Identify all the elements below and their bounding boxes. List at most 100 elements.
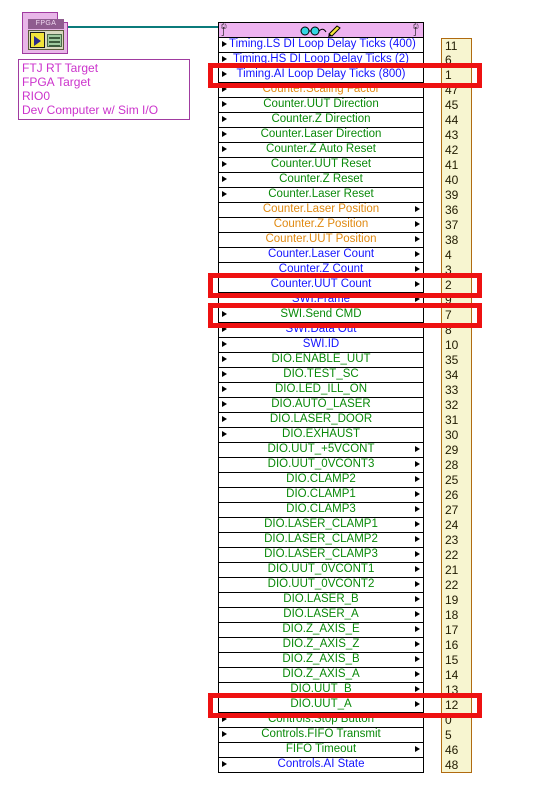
io-row[interactable]: DIO.LASER_DOOR 31: [218, 413, 472, 428]
io-row-name-cell[interactable]: FIFO Timeout: [218, 743, 424, 758]
io-row-name-cell[interactable]: DIO.LASER_CLAMP1: [218, 518, 424, 533]
io-row-name-cell[interactable]: DIO.CLAMP1: [218, 488, 424, 503]
io-row-name-cell[interactable]: Counter.UUT Direction: [218, 98, 424, 113]
io-row[interactable]: Timing.LS DI Loop Delay Ticks (400) 11: [218, 38, 472, 53]
io-row[interactable]: DIO.LED_ILL_ON 33: [218, 383, 472, 398]
io-row-name-cell[interactable]: DIO.AUTO_LASER: [218, 398, 424, 413]
io-row-name-cell[interactable]: Controls.AI State: [218, 758, 424, 773]
io-row[interactable]: Counter.Laser Count 4: [218, 248, 472, 263]
io-row[interactable]: Controls.AI State 48: [218, 758, 472, 773]
io-row[interactable]: Counter.UUT Count 2: [218, 278, 472, 293]
io-row[interactable]: Timing.AI Loop Delay Ticks (800) 1: [218, 68, 472, 83]
io-row[interactable]: Counter.Z Reset 40: [218, 173, 472, 188]
io-row[interactable]: DIO.Z_AXIS_E 17: [218, 623, 472, 638]
io-row[interactable]: DIO.ENABLE_UUT 35: [218, 353, 472, 368]
io-row-name-cell[interactable]: Counter.UUT Reset: [218, 158, 424, 173]
io-row-name-cell[interactable]: DIO.Z_AXIS_E: [218, 623, 424, 638]
io-row[interactable]: DIO.CLAMP2 25: [218, 473, 472, 488]
io-row-name-cell[interactable]: DIO.LASER_CLAMP3: [218, 548, 424, 563]
io-row[interactable]: Counter.Z Count 3: [218, 263, 472, 278]
io-row[interactable]: DIO.UUT_0VCONT1 21: [218, 563, 472, 578]
io-row-name-cell[interactable]: SWI.Frame: [218, 293, 424, 308]
io-row-name-cell[interactable]: DIO.UUT_B: [218, 683, 424, 698]
io-row[interactable]: Counter.UUT Direction 45: [218, 98, 472, 113]
io-row-name-cell[interactable]: Counter.Z Count: [218, 263, 424, 278]
io-row-name-cell[interactable]: Timing.HS DI Loop Delay Ticks (2): [218, 53, 424, 68]
io-row-name-cell[interactable]: Counter.Scaling Factor: [218, 83, 424, 98]
io-row-name-cell[interactable]: SWI.Send CMD: [218, 308, 424, 323]
io-row-name-cell[interactable]: DIO.LASER_DOOR: [218, 413, 424, 428]
io-row-name-cell[interactable]: DIO.UUT_0VCONT1: [218, 563, 424, 578]
io-row-name-cell[interactable]: DIO.ENABLE_UUT: [218, 353, 424, 368]
io-row[interactable]: Counter.Z Position 37: [218, 218, 472, 233]
io-row[interactable]: SWI.Data Out 8: [218, 323, 472, 338]
io-row-name-cell[interactable]: DIO.UUT_A: [218, 698, 424, 713]
io-row[interactable]: Counter.Laser Reset 39: [218, 188, 472, 203]
io-row-name-cell[interactable]: Counter.UUT Position: [218, 233, 424, 248]
io-row-name-cell[interactable]: Counter.Z Direction: [218, 113, 424, 128]
io-row-name-cell[interactable]: DIO.LASER_A: [218, 608, 424, 623]
io-row[interactable]: Counter.Laser Position 36: [218, 203, 472, 218]
io-row[interactable]: DIO.Z_AXIS_A 14: [218, 668, 472, 683]
io-row[interactable]: Timing.HS DI Loop Delay Ticks (2) 6: [218, 53, 472, 68]
io-row-name-cell[interactable]: Counter.Z Position: [218, 218, 424, 233]
io-row[interactable]: SWI.Send CMD 7: [218, 308, 472, 323]
io-row-name-cell[interactable]: DIO.CLAMP2: [218, 473, 424, 488]
io-row-name-cell[interactable]: Counter.UUT Count: [218, 278, 424, 293]
io-row[interactable]: DIO.EXHAUST 30: [218, 428, 472, 443]
io-row-name-cell[interactable]: Timing.LS DI Loop Delay Ticks (400): [218, 38, 424, 53]
io-row[interactable]: Counter.Z Auto Reset 42: [218, 143, 472, 158]
io-row[interactable]: DIO.LASER_CLAMP3 22: [218, 548, 472, 563]
io-row-name-cell[interactable]: Counter.Laser Reset: [218, 188, 424, 203]
io-row-name-cell[interactable]: SWI.ID: [218, 338, 424, 353]
io-row-name-cell[interactable]: DIO.UUT_+5VCONT: [218, 443, 424, 458]
io-row[interactable]: DIO.TEST_SC 34: [218, 368, 472, 383]
io-row[interactable]: Counter.UUT Reset 41: [218, 158, 472, 173]
io-row-name-cell[interactable]: DIO.UUT_0VCONT3: [218, 458, 424, 473]
io-row[interactable]: DIO.Z_AXIS_B 15: [218, 653, 472, 668]
io-row[interactable]: DIO.UUT_+5VCONT 29: [218, 443, 472, 458]
io-row-name-cell[interactable]: Counter.Z Reset: [218, 173, 424, 188]
io-row-name-cell[interactable]: DIO.LASER_CLAMP2: [218, 533, 424, 548]
io-row-name-cell[interactable]: DIO.CLAMP3: [218, 503, 424, 518]
io-row-name-cell[interactable]: DIO.UUT_0VCONT2: [218, 578, 424, 593]
io-row[interactable]: Controls.FIFO Transmit 5: [218, 728, 472, 743]
io-row-name-cell[interactable]: Counter.Z Auto Reset: [218, 143, 424, 158]
io-row[interactable]: DIO.UUT_0VCONT2 22: [218, 578, 472, 593]
io-row-name-cell[interactable]: Controls.FIFO Transmit: [218, 728, 424, 743]
io-row-name-cell[interactable]: DIO.EXHAUST: [218, 428, 424, 443]
io-row[interactable]: DIO.CLAMP3 27: [218, 503, 472, 518]
io-row-name-cell[interactable]: DIO.Z_AXIS_B: [218, 653, 424, 668]
io-row-name-cell[interactable]: DIO.TEST_SC: [218, 368, 424, 383]
io-row-name-cell[interactable]: Counter.Laser Count: [218, 248, 424, 263]
io-row[interactable]: DIO.LASER_CLAMP2 23: [218, 533, 472, 548]
io-row-name-cell[interactable]: Timing.AI Loop Delay Ticks (800): [218, 68, 424, 83]
io-row[interactable]: DIO.UUT_B 13: [218, 683, 472, 698]
io-row[interactable]: Controls.Stop Button 0: [218, 713, 472, 728]
io-list-header[interactable]: ⎙ ⎦ ⎙ ⎦: [218, 22, 424, 38]
io-row[interactable]: Counter.Z Direction 44: [218, 113, 472, 128]
io-row[interactable]: DIO.Z_AXIS_Z 16: [218, 638, 472, 653]
io-row[interactable]: DIO.LASER_B 19: [218, 593, 472, 608]
io-row-name-cell[interactable]: DIO.LED_ILL_ON: [218, 383, 424, 398]
io-row[interactable]: Counter.Laser Direction 43: [218, 128, 472, 143]
io-row[interactable]: DIO.LASER_CLAMP1 24: [218, 518, 472, 533]
io-row-name-cell[interactable]: Counter.Laser Direction: [218, 128, 424, 143]
fpga-io-list-panel[interactable]: ⎙ ⎦ ⎙ ⎦ Timing.LS DI Loop Delay Ticks (400…: [208, 22, 482, 773]
io-row[interactable]: Counter.UUT Position 38: [218, 233, 472, 248]
io-row[interactable]: DIO.CLAMP1 26: [218, 488, 472, 503]
io-row[interactable]: SWI.Frame 9: [218, 293, 472, 308]
io-row-name-cell[interactable]: DIO.Z_AXIS_A: [218, 668, 424, 683]
io-row[interactable]: SWI.ID 10: [218, 338, 472, 353]
io-row[interactable]: DIO.UUT_A 12: [218, 698, 472, 713]
io-row-name-cell[interactable]: Counter.Laser Position: [218, 203, 424, 218]
io-row-name-cell[interactable]: DIO.LASER_B: [218, 593, 424, 608]
io-row-name-cell[interactable]: Controls.Stop Button: [218, 713, 424, 728]
io-row-name-cell[interactable]: SWI.Data Out: [218, 323, 424, 338]
fpga-target-node[interactable]: FPGA: [22, 12, 68, 54]
io-row[interactable]: FIFO Timeout 46: [218, 743, 472, 758]
io-row[interactable]: DIO.AUTO_LASER 32: [218, 398, 472, 413]
io-row-name-cell[interactable]: DIO.Z_AXIS_Z: [218, 638, 424, 653]
io-row[interactable]: DIO.UUT_0VCONT3 28: [218, 458, 472, 473]
io-row[interactable]: Counter.Scaling Factor 47: [218, 83, 472, 98]
